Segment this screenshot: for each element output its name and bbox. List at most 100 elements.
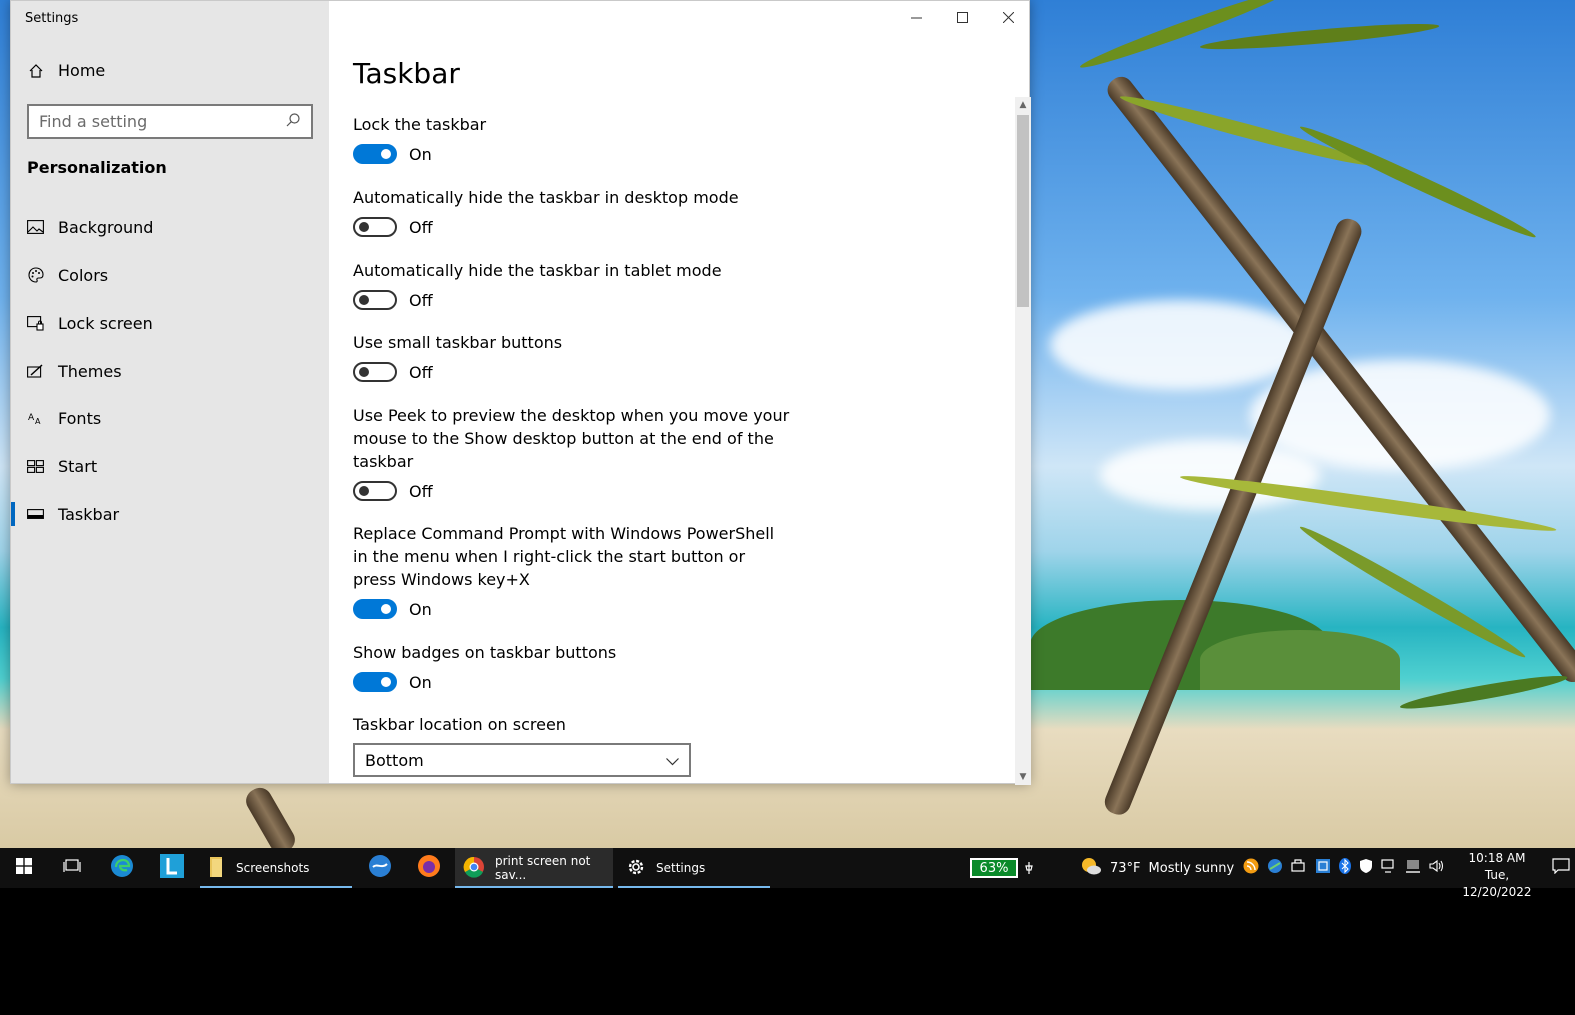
security-shield-icon[interactable]: [1359, 858, 1373, 878]
palm-frond: [1398, 670, 1569, 714]
toggle-state: Off: [409, 362, 433, 382]
lock-taskbar-toggle[interactable]: [353, 144, 397, 164]
app-tray-icon[interactable]: [1315, 858, 1331, 878]
setting-powershell: Replace Command Prompt with Windows Powe…: [353, 522, 793, 619]
setting-peek: Use Peek to preview the desktop when you…: [353, 404, 793, 501]
setting-label: Use small taskbar buttons: [353, 333, 563, 352]
taskbar-app-screenshots[interactable]: Screenshots: [200, 848, 352, 888]
setting-label: Lock the taskbar: [353, 115, 487, 134]
small-buttons-toggle[interactable]: [353, 362, 397, 382]
taskbar-app-settings[interactable]: Settings: [618, 848, 770, 888]
setting-label: Replace Command Prompt with Windows Powe…: [353, 524, 775, 589]
firefox-button[interactable]: [405, 848, 453, 888]
action-center-button[interactable]: [1546, 848, 1575, 888]
weather-widget[interactable]: 73°F Mostly sunny: [1080, 848, 1234, 888]
clock-time: 10:18 AM: [1468, 851, 1526, 865]
home-nav[interactable]: Home: [27, 61, 105, 80]
powershell-toggle[interactable]: [353, 599, 397, 619]
app-button[interactable]: [356, 848, 404, 888]
scroll-down-icon[interactable]: ▼: [1015, 769, 1031, 785]
rss-icon[interactable]: [1243, 858, 1259, 878]
toggle-state: On: [409, 144, 432, 164]
edge-button[interactable]: [98, 848, 146, 888]
letter-l-app-icon: [160, 854, 184, 882]
sidebar-item-label: Taskbar: [58, 504, 120, 524]
taskbar-app-label: Screenshots: [236, 861, 310, 875]
sidebar-item-label: Colors: [58, 265, 109, 285]
home-icon: [27, 62, 44, 79]
search-input[interactable]: [39, 112, 285, 131]
firefox-icon: [417, 854, 441, 882]
window-title: Settings: [25, 11, 79, 26]
taskbar-app-chrome[interactable]: print screen not sav...: [455, 848, 613, 888]
sidebar-item-label: Start: [58, 456, 98, 476]
battery-indicator[interactable]: 63%: [970, 858, 1018, 878]
autohide-tablet-toggle[interactable]: [353, 290, 397, 310]
chrome-icon: [463, 856, 485, 881]
hill: [1200, 630, 1400, 690]
content-pane: Taskbar Lock the taskbar On Automaticall…: [329, 1, 1031, 785]
taskbar-icon: [27, 506, 44, 523]
blue-app-icon: [368, 854, 392, 882]
search-icon[interactable]: [285, 112, 301, 132]
search-box[interactable]: [27, 104, 313, 139]
picture-icon: [27, 219, 44, 236]
battery-percent: 63%: [979, 860, 1009, 876]
volume-icon[interactable]: [1429, 859, 1445, 877]
cloud: [1050, 300, 1310, 390]
lock-screen-icon: [27, 315, 44, 332]
autohide-desktop-toggle[interactable]: [353, 217, 397, 237]
palm-trunk: [241, 783, 300, 848]
taskbar-location-select[interactable]: Bottom: [353, 743, 691, 777]
scrollbar[interactable]: ▲ ▼: [1015, 97, 1031, 785]
toggle-state: On: [409, 599, 432, 619]
setting-label: Use Peek to preview the desktop when you…: [353, 406, 790, 471]
select-value: Bottom: [365, 750, 424, 770]
sidebar-item-fonts[interactable]: AA Fonts: [11, 398, 329, 438]
power-plug-icon[interactable]: [1024, 848, 1034, 888]
device-icon[interactable]: [1291, 859, 1307, 877]
scroll-thumb[interactable]: [1017, 115, 1029, 307]
sidebar-item-label: Themes: [58, 361, 122, 381]
setting-small-buttons: Use small taskbar buttons Off: [353, 331, 793, 382]
network-icon[interactable]: [1381, 859, 1397, 877]
folder-icon: [208, 856, 226, 880]
cloud: [1100, 440, 1320, 510]
taskbar-app-label: Settings: [656, 861, 706, 875]
sidebar-item-taskbar[interactable]: Taskbar: [11, 494, 329, 534]
setting-label: Automatically hide the taskbar in tablet…: [353, 261, 722, 280]
notification-icon: [1551, 858, 1570, 878]
taskbar-app-label: print screen not sav...: [495, 854, 591, 882]
setting-autohide-tablet: Automatically hide the taskbar in tablet…: [353, 259, 793, 310]
start-button[interactable]: [0, 848, 48, 888]
weather-desc: Mostly sunny: [1148, 860, 1235, 876]
system-tray: [1243, 848, 1445, 888]
setting-label: Show badges on taskbar buttons: [353, 643, 617, 662]
svg-text:A: A: [28, 413, 35, 423]
scroll-up-icon[interactable]: ▲: [1015, 97, 1031, 113]
gear-icon: [626, 857, 646, 880]
clock[interactable]: 10:18 AM Tue, 12/20/2022: [1452, 850, 1542, 901]
bluetooth-icon[interactable]: [1339, 858, 1351, 878]
start-icon: [27, 458, 44, 475]
page-title: Taskbar: [353, 57, 460, 90]
task-view-button[interactable]: [48, 848, 96, 888]
sidebar-item-background[interactable]: Background: [11, 207, 329, 247]
setting-label: Taskbar location on screen: [353, 715, 566, 734]
clock-date: Tue, 12/20/2022: [1462, 868, 1532, 899]
sidebar-item-start[interactable]: Start: [11, 446, 329, 486]
sidebar-item-lock-screen[interactable]: Lock screen: [11, 303, 329, 343]
lync-button[interactable]: [148, 848, 196, 888]
network-globe-icon[interactable]: [1267, 858, 1283, 878]
task-view-icon: [63, 858, 81, 878]
section-heading: Personalization: [27, 158, 167, 177]
weather-temp: 73°F: [1110, 860, 1141, 876]
themes-icon: [27, 363, 44, 380]
sidebar-item-label: Background: [58, 217, 154, 237]
chevron-down-icon: [666, 751, 679, 770]
sidebar-item-colors[interactable]: Colors: [11, 255, 329, 295]
badges-toggle[interactable]: [353, 672, 397, 692]
display-icon[interactable]: [1405, 859, 1421, 877]
peek-toggle[interactable]: [353, 481, 397, 501]
sidebar-item-themes[interactable]: Themes: [11, 351, 329, 391]
